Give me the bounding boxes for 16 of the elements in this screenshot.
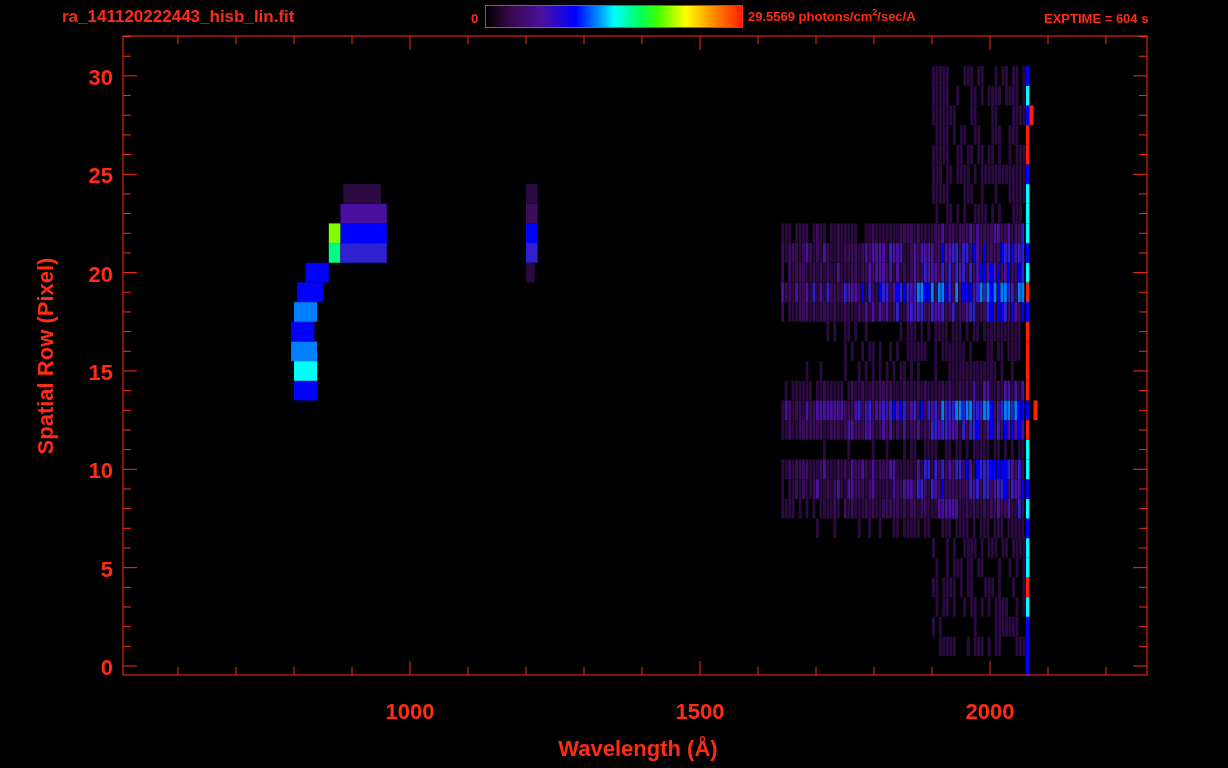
x-tick-label: 1000 (385, 701, 435, 723)
y-axis-label: Spatial Row (Pixel) (35, 257, 57, 455)
x-tick-label: 1500 (675, 701, 725, 723)
file-title: ra_141120222443_hisb_lin.fit (62, 8, 295, 25)
y-tick-label: 30 (88, 66, 113, 89)
y-tick-label: 10 (88, 460, 113, 483)
y-tick-label: 25 (88, 165, 113, 188)
colorbar-max-label: 29.5569 photons/cm$^{2}$/sec/A (748, 10, 916, 23)
y-tick-label: 15 (88, 361, 113, 384)
x-axis-label: Wavelength (Å) (558, 738, 718, 760)
y-tick-label: 20 (88, 263, 113, 286)
y-tick-label: 5 (100, 558, 113, 581)
x-tick-label: 2000 (965, 701, 1015, 723)
y-tick-label: 0 (100, 657, 113, 679)
colorbar-min-label: 0 (471, 12, 479, 25)
exposure-time: EXPTIME = 604 s (1044, 12, 1149, 25)
